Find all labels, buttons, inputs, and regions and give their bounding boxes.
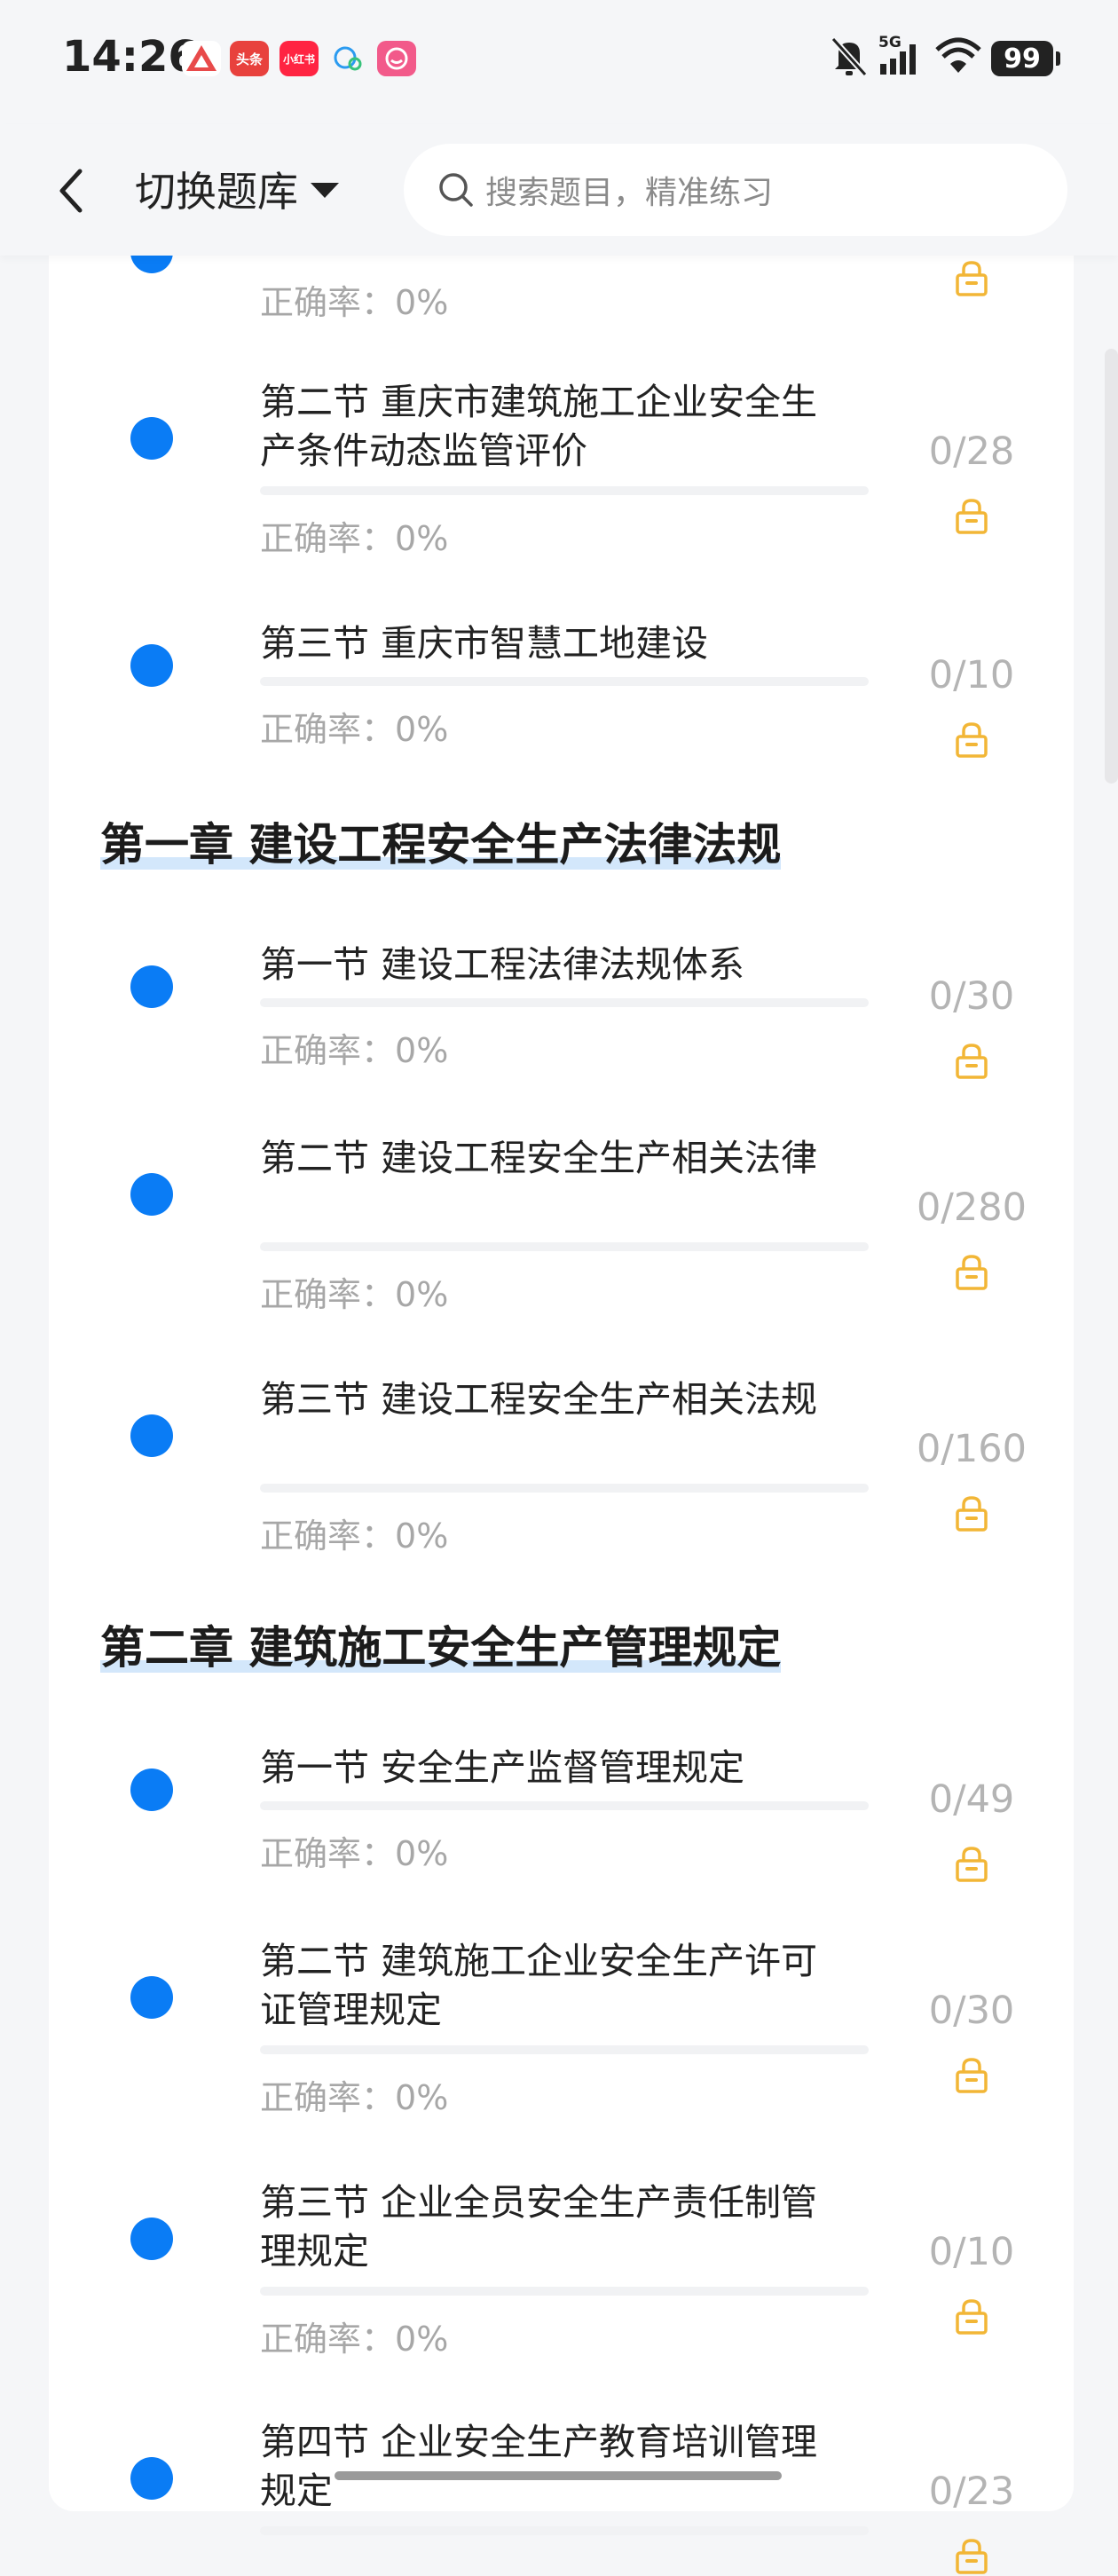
accuracy-value: 0% [395,519,449,558]
section-count: 0/280 [917,1186,1027,1230]
accuracy-label: 正确率： [260,1275,396,1314]
lock-icon [956,1255,988,1290]
section-dot [130,965,173,1008]
section-accuracy: 正确率：0% [260,2312,448,2360]
accuracy-label: 正确率： [260,283,396,322]
accuracy-label: 正确率： [260,2078,396,2117]
section-dot [130,417,173,460]
section-dot [130,644,173,687]
accuracy-value: 0% [395,1516,449,1556]
section-progress-bar [260,2045,869,2054]
section-title: 第四节 企业安全生产教育培训管理规定 [260,2421,818,2512]
home-indicator[interactable] [335,2471,782,2480]
section-accuracy: 正确率：0% [260,275,448,324]
accuracy-value: 0% [395,1834,449,1873]
section-accuracy: 正确率：0% [260,1023,448,1072]
section-progress-bar [260,677,869,686]
lock-icon [956,722,988,758]
section-dot [130,1173,173,1216]
section-title: 第二节 重庆市建筑施工企业安全生产条件动态监管评价 [260,381,818,472]
lock-icon [956,2539,988,2574]
section-accuracy: 正确率：0% [260,2070,448,2119]
section-title: 第一节 安全生产监督管理规定 [260,1746,745,1789]
section-count: 0/10 [928,2230,1015,2274]
section-accuracy: 正确率：0% [260,1509,448,1557]
accuracy-value: 0% [395,283,449,322]
section-title: 第三节 企业全员安全生产责任制管理规定 [260,2181,818,2273]
section-dot [130,2218,173,2260]
section-dot [130,2457,173,2500]
accuracy-label: 正确率： [260,1834,396,1873]
xiaohongshu-app-icon: 小红书 [280,41,319,76]
status-bar: 14:26 头条 小红书 5G 99 [0,0,1118,124]
accuracy-value: 0% [395,2078,449,2117]
chapter-heading[interactable]: 第二章 建筑施工安全生产管理规定 [100,1612,782,1674]
lock-icon [956,1496,988,1532]
section-accuracy: 正确率：0% [260,702,448,751]
lock-icon [956,1847,988,1882]
section-progress-bar [260,1801,869,1810]
pink-face-app-icon [377,41,416,76]
section-accuracy: 正确率：0% [260,511,448,560]
search-placeholder: 搜索题目，精准练习 [485,175,774,211]
search-input[interactable]: 搜索题目，精准练习 [404,144,1067,236]
section-count: 0/30 [928,974,1015,1019]
battery-indicator: 99 [991,41,1060,76]
caret-down-icon [311,182,339,198]
accuracy-label: 正确率： [260,519,396,558]
section-count: 0/28 [928,429,1015,474]
section-accuracy: 正确率：0% [260,1267,448,1316]
wifi-icon [935,37,981,73]
section-dot [130,1976,173,2019]
section-progress-bar [260,1484,869,1493]
lock-icon [956,499,988,534]
signal-icon: 5G [877,34,921,80]
chat-bubble-app-icon [328,41,367,76]
section-accuracy: 正确率：0% [260,1826,448,1875]
section-count: 0/10 [928,653,1015,697]
section-title: 第二节 建设工程安全生产相关法律 [260,1137,818,1179]
section-progress-bar [260,998,869,1007]
section-progress-bar [260,1242,869,1251]
toutiao-app-icon: 头条 [230,41,269,76]
switch-bank-label: 切换题库 [135,168,298,216]
accuracy-value: 0% [395,1031,449,1070]
chapter-list-card [49,204,1074,2511]
section-count: 0/160 [917,1427,1027,1471]
lock-icon [956,2058,988,2093]
lock-icon [956,1044,988,1079]
mute-bell-icon [831,36,868,77]
section-dot [130,1769,173,1811]
section-count: 0/30 [928,1989,1015,2033]
accuracy-value: 0% [395,710,449,749]
back-arrow-icon[interactable] [53,164,89,217]
lock-icon [956,261,988,296]
switch-bank-dropdown[interactable]: 切换题库 [135,160,339,218]
accuracy-label: 正确率： [260,710,396,749]
section-progress-bar [260,2526,869,2535]
scrollbar[interactable] [1105,349,1118,784]
section-title: 第一节 建设工程法律法规体系 [260,943,745,986]
section-progress-bar [260,486,869,495]
section-dot [130,1414,173,1457]
search-icon [439,173,473,207]
section-title: 第二节 建筑施工企业安全生产许可证管理规定 [260,1940,818,2031]
red-triangle-app-icon [182,41,221,76]
accuracy-label: 正确率： [260,1516,396,1556]
chapter-title: 第二章 建筑施工安全生产管理规定 [100,1622,782,1674]
accuracy-label: 正确率： [260,2320,396,2359]
chapter-heading[interactable]: 第一章 建设工程安全生产法律法规 [100,809,782,871]
section-count: 0/49 [928,1777,1015,1822]
status-time: 14:26 [62,32,198,82]
accuracy-value: 0% [395,2320,449,2359]
lock-icon [956,2299,988,2335]
top-bar: 切换题库 搜索题目，精准练习 [0,124,1118,256]
accuracy-value: 0% [395,1275,449,1314]
section-progress-bar [260,2287,869,2296]
section-title: 第三节 重庆市智慧工地建设 [260,622,709,665]
accuracy-label: 正确率： [260,1031,396,1070]
section-title: 第三节 建设工程安全生产相关法规 [260,1378,818,1421]
section-count: 0/23 [928,2470,1015,2514]
chapter-title: 第一章 建设工程安全生产法律法规 [100,819,782,870]
